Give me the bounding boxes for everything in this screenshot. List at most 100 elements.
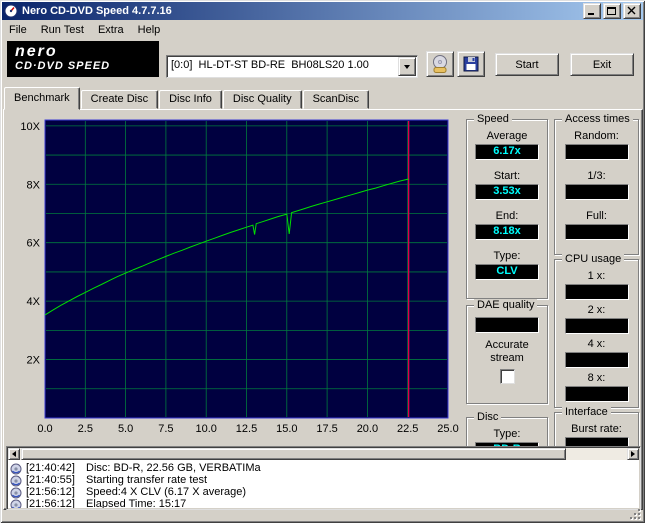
svg-text:0.0: 0.0	[37, 423, 52, 435]
svg-text:4X: 4X	[27, 296, 41, 308]
title-bar[interactable]: Nero CD-DVD Speed 4.7.7.16	[2, 2, 643, 20]
chevron-down-icon	[404, 64, 410, 69]
svg-text:2.5: 2.5	[78, 423, 93, 435]
end-speed-value: 8.18x	[475, 224, 539, 240]
disc-panel-title: Disc	[474, 411, 502, 424]
toolbar: nero CD·DVD SPEED [0:0] HL-DT-ST BD-RE B…	[2, 38, 643, 88]
cpu-4x-label: 4 x:	[587, 338, 606, 350]
one-third-access-label: 1/3:	[587, 170, 606, 182]
nero-logo: nero CD·DVD SPEED	[7, 41, 159, 77]
tab-scandisc[interactable]: ScanDisc	[302, 90, 370, 109]
log-entry: [21:56:12] Speed:4 X CLV (6.17 X average…	[10, 485, 637, 498]
window-controls	[583, 3, 641, 19]
tab-strip: Benchmark Create Disc Disc Info Disc Qua…	[4, 87, 370, 110]
speed-panel-title: Speed	[474, 113, 512, 126]
cpu-usage-panel-title: CPU usage	[562, 253, 625, 266]
log-entry: [21:40:55] Starting transfer rate test	[10, 473, 637, 486]
cpu-8x-label: 8 x:	[587, 372, 606, 384]
end-speed-label: End:	[495, 210, 519, 222]
svg-text:2X: 2X	[27, 355, 41, 367]
cpu-usage-panel: CPU usage 1 x: 2 x: 4 x: 8 x:	[554, 253, 639, 408]
svg-text:10X: 10X	[20, 121, 40, 133]
log-panel: [21:40:42] Disc: BD-R, 22.56 GB, VERBATI…	[6, 446, 641, 510]
disc-icon	[10, 486, 22, 498]
disc-icon	[10, 462, 22, 474]
window-title: Nero CD-DVD Speed 4.7.7.16	[22, 5, 172, 17]
save-icon	[463, 56, 479, 72]
cpu-8x-value	[564, 386, 629, 402]
menu-file[interactable]: File	[2, 22, 34, 38]
tab-create-disc[interactable]: Create Disc	[80, 90, 159, 109]
benchmark-chart: 2X 4X 6X 8X 10X 0.0 2.5 5.0 7.5 10.0 12.5 15.0 17.5 2…	[20, 119, 459, 435]
log-entry: [21:56:12] Elapsed Time: 15:17	[10, 498, 637, 508]
arrow-right-icon	[631, 451, 635, 457]
svg-text:15.0: 15.0	[276, 423, 297, 435]
cpu-4x-value	[564, 352, 629, 368]
svg-text:22.5: 22.5	[397, 423, 418, 435]
drive-selector[interactable]: [0:0] HL-DT-ST BD-RE BH08LS20 1.00	[166, 55, 418, 78]
cpu-2x-label: 2 x:	[587, 304, 606, 316]
log-list: [21:40:42] Disc: BD-R, 22.56 GB, VERBATI…	[8, 461, 639, 508]
accurate-stream-label: Accurate stream	[485, 339, 529, 364]
log-timestamp: [21:56:12]	[26, 485, 75, 498]
dae-quality-value	[475, 317, 539, 333]
tab-disc-info[interactable]: Disc Info	[159, 90, 222, 109]
status-text	[2, 515, 6, 526]
arrow-left-icon	[12, 451, 16, 457]
disc-operations-button[interactable]	[426, 51, 454, 77]
disc-icon	[10, 474, 22, 486]
log-entry: [21:40:42] Disc: BD-R, 22.56 GB, VERBATI…	[10, 461, 637, 474]
full-access-label: Full:	[586, 210, 607, 222]
interface-panel-title: Interface	[562, 406, 611, 419]
menu-help[interactable]: Help	[131, 22, 168, 38]
scroll-left-button[interactable]	[8, 448, 20, 460]
nero-logo-product: CD·DVD SPEED	[15, 60, 111, 72]
svg-text:5.0: 5.0	[118, 423, 133, 435]
maximize-button[interactable]	[603, 3, 621, 19]
svg-text:10.0: 10.0	[195, 423, 216, 435]
log-horizontal-scrollbar[interactable]	[8, 448, 639, 460]
start-speed-label: Start:	[493, 170, 521, 182]
start-button[interactable]: Start	[495, 53, 559, 76]
svg-text:7.5: 7.5	[158, 423, 173, 435]
tab-benchmark[interactable]: Benchmark	[4, 87, 80, 110]
minimize-button[interactable]	[583, 3, 601, 19]
drive-selector-value: [0:0] HL-DT-ST BD-RE BH08LS20 1.00	[171, 59, 369, 71]
resize-grip[interactable]	[629, 508, 642, 521]
access-times-panel-title: Access times	[562, 113, 633, 126]
start-speed-value: 3.53x	[475, 184, 539, 200]
menu-run-test[interactable]: Run Test	[34, 22, 91, 38]
average-speed-label: Average	[486, 130, 528, 142]
app-icon	[4, 4, 18, 18]
disc-icon	[10, 498, 22, 508]
menu-extra[interactable]: Extra	[91, 22, 131, 38]
menu-bar: File Run Test Extra Help	[2, 21, 643, 39]
svg-text:25.0: 25.0	[437, 423, 458, 435]
random-access-label: Random:	[574, 130, 619, 142]
full-access-value	[564, 224, 629, 240]
random-access-value	[564, 144, 629, 160]
drive-selector-dropdown-button[interactable]	[398, 57, 416, 76]
speed-type-label: Type:	[493, 250, 521, 262]
scroll-right-button[interactable]	[627, 448, 639, 460]
log-timestamp: [21:40:42]	[26, 461, 75, 474]
log-message: Elapsed Time: 15:17	[86, 497, 187, 509]
disc-type-label: Type:	[493, 428, 521, 440]
accurate-stream-checkbox[interactable]	[499, 369, 515, 384]
log-timestamp: [21:56:12]	[26, 497, 75, 509]
close-button[interactable]	[623, 3, 641, 19]
tab-disc-quality[interactable]: Disc Quality	[222, 90, 302, 109]
hand-disc-icon	[433, 55, 447, 73]
burst-rate-label: Burst rate:	[571, 423, 622, 435]
cpu-1x-label: 1 x:	[587, 270, 606, 282]
dae-quality-panel: DAE quality Accurate stream	[466, 299, 548, 404]
log-timestamp: [21:40:55]	[26, 473, 75, 486]
save-results-button[interactable]	[457, 51, 485, 77]
scrollbar-thumb[interactable]	[21, 448, 566, 460]
exit-button[interactable]: Exit	[570, 53, 634, 76]
svg-text:6X: 6X	[27, 238, 41, 250]
svg-text:17.5: 17.5	[316, 423, 337, 435]
one-third-access-value	[564, 184, 629, 200]
log-message: Disc: BD-R, 22.56 GB, VERBATIMa	[86, 461, 261, 474]
speed-type-value: CLV	[475, 264, 539, 280]
